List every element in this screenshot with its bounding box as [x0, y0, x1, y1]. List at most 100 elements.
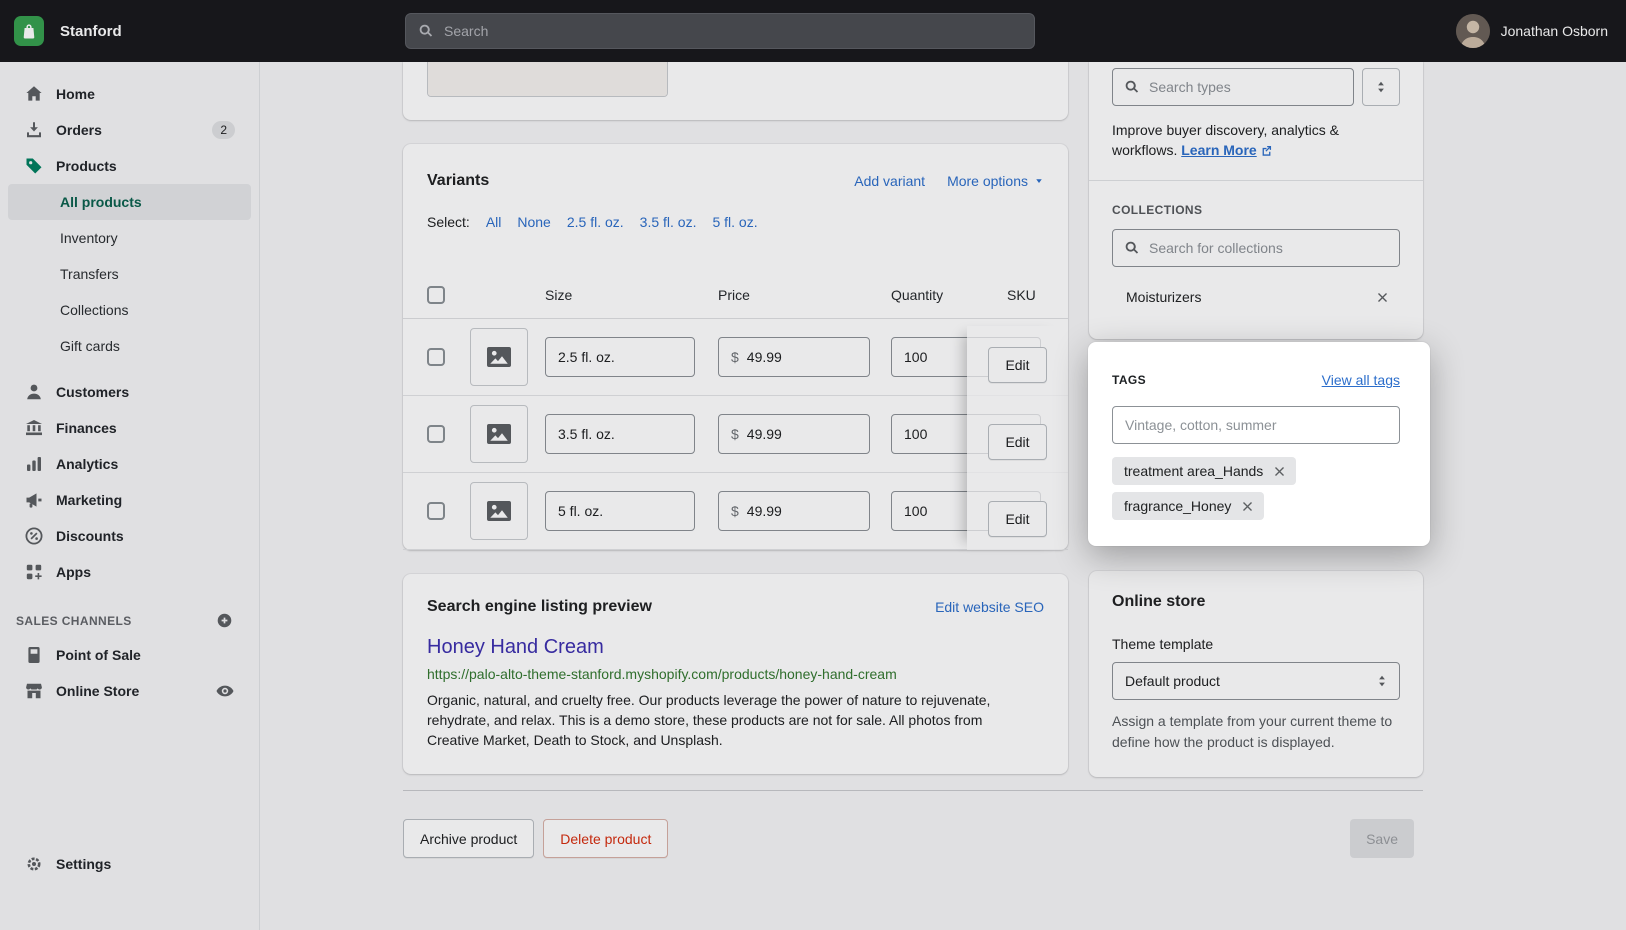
price-input[interactable] — [747, 426, 857, 442]
organization-card: Improve buyer discovery, analytics & wor… — [1089, 62, 1423, 339]
tags-input[interactable] — [1125, 417, 1389, 433]
select-all-link[interactable]: All — [486, 214, 502, 230]
row-checkbox[interactable] — [427, 348, 445, 366]
global-search-input[interactable] — [444, 23, 1023, 39]
orders-count-badge: 2 — [212, 121, 235, 139]
store-switcher[interactable]: Stanford — [14, 0, 122, 62]
sidebar-item-transfers[interactable]: Transfers — [8, 256, 251, 292]
row-checkbox[interactable] — [427, 425, 445, 443]
sidebar-item-point-of-sale[interactable]: Point of Sale — [8, 637, 251, 673]
image-placeholder-icon — [484, 342, 514, 372]
price-input[interactable] — [747, 349, 857, 365]
more-options-link[interactable]: More options — [947, 173, 1044, 189]
size-input[interactable] — [545, 414, 695, 454]
select-none-link[interactable]: None — [517, 214, 550, 230]
theme-template-select[interactable]: Default product — [1112, 662, 1400, 700]
global-search[interactable] — [405, 13, 1035, 49]
select-variant-link[interactable]: 5 fl. oz. — [712, 214, 757, 230]
collection-name: Moisturizers — [1126, 289, 1201, 305]
sidebar-item-products[interactable]: Products — [8, 148, 251, 184]
sidebar-item-settings[interactable]: Settings — [8, 846, 251, 882]
column-header-size: Size — [545, 287, 718, 303]
remove-tag-icon[interactable] — [1240, 499, 1255, 514]
collections-search-field[interactable] — [1112, 229, 1400, 267]
size-input[interactable] — [545, 337, 695, 377]
seo-preview-card: Search engine listing preview Edit websi… — [403, 574, 1068, 774]
analytics-icon — [24, 454, 44, 474]
edit-website-seo-link[interactable]: Edit website SEO — [935, 599, 1044, 615]
variants-card: Variants Add variant More options Select… — [403, 144, 1068, 550]
column-header-sku: SKU — [1007, 287, 1036, 303]
remove-tag-icon[interactable] — [1272, 464, 1287, 479]
save-button[interactable]: Save — [1350, 819, 1414, 858]
sidebar-item-orders[interactable]: Orders 2 — [8, 112, 251, 148]
edit-variant-button[interactable]: Edit — [988, 424, 1046, 460]
variant-image-button[interactable] — [470, 328, 528, 386]
settings-gear-icon — [24, 854, 44, 874]
edit-variant-button[interactable]: Edit — [988, 501, 1046, 537]
image-placeholder-icon — [484, 496, 514, 526]
variant-image-button[interactable] — [470, 405, 528, 463]
main-area: Variants Add variant More options Select… — [260, 62, 1626, 930]
product-photo — [428, 62, 667, 96]
variants-table-header: Size Price Quantity SKU — [403, 272, 1068, 319]
view-all-tags-link[interactable]: View all tags — [1322, 372, 1400, 388]
price-input[interactable] — [747, 503, 857, 519]
sidebar-item-label: Orders — [56, 122, 102, 138]
edit-variant-button[interactable]: Edit — [988, 347, 1046, 383]
product-type-search-field[interactable] — [1112, 68, 1354, 106]
footer-actions: Archive product Delete product Save — [403, 819, 1423, 858]
view-store-eye-icon[interactable] — [215, 681, 235, 701]
sidebar-item-home[interactable]: Home — [8, 76, 251, 112]
product-image-thumbnail[interactable] — [427, 62, 668, 97]
shopify-logo-icon[interactable] — [14, 16, 44, 46]
seo-page-description: Organic, natural, and cruelty free. Our … — [427, 690, 1035, 750]
tags-panel: TAGS View all tags treatment area_Hands — [1088, 342, 1430, 546]
select-all-checkbox[interactable] — [427, 286, 445, 304]
sidebar-item-analytics[interactable]: Analytics — [8, 446, 251, 482]
learn-more-link[interactable]: Learn More — [1181, 142, 1256, 158]
currency-prefix: $ — [731, 503, 739, 519]
archive-product-button[interactable]: Archive product — [403, 819, 534, 858]
topbar: Stanford Jonathan Osborn — [0, 0, 1626, 62]
add-variant-link[interactable]: Add variant — [854, 173, 925, 189]
sidebar-item-gift-cards[interactable]: Gift cards — [8, 328, 251, 364]
sidebar-item-online-store[interactable]: Online Store — [8, 673, 251, 709]
avatar — [1456, 14, 1490, 48]
type-stepper-button[interactable] — [1362, 68, 1400, 106]
sidebar-item-collections[interactable]: Collections — [8, 292, 251, 328]
seo-page-title[interactable]: Honey Hand Cream — [427, 636, 1044, 659]
collections-search-input[interactable] — [1149, 240, 1389, 256]
sidebar-item-customers[interactable]: Customers — [8, 374, 251, 410]
size-input[interactable] — [545, 491, 695, 531]
product-type-search-input[interactable] — [1149, 79, 1343, 95]
remove-collection-icon[interactable] — [1375, 290, 1390, 305]
sidebar-item-inventory[interactable]: Inventory — [8, 220, 251, 256]
tag-chip: fragrance_Honey — [1112, 492, 1264, 520]
external-link-icon — [1260, 144, 1273, 157]
tag-label: fragrance_Honey — [1124, 498, 1231, 514]
tag-chip: treatment area_Hands — [1112, 457, 1296, 485]
seo-card-title: Search engine listing preview — [427, 598, 652, 616]
select-variant-link[interactable]: 3.5 fl. oz. — [640, 214, 697, 230]
sidebar-item-discounts[interactable]: Discounts — [8, 518, 251, 554]
sidebar-item-label: Gift cards — [60, 338, 120, 354]
online-store-title: Online store — [1112, 593, 1400, 611]
user-menu[interactable]: Jonathan Osborn — [1456, 0, 1608, 62]
select-variant-link[interactable]: 2.5 fl. oz. — [567, 214, 624, 230]
price-field: $ — [718, 491, 870, 531]
delete-product-button[interactable]: Delete product — [543, 819, 668, 858]
sidebar-item-finances[interactable]: Finances — [8, 410, 251, 446]
add-channel-icon[interactable] — [216, 612, 233, 629]
finances-icon — [24, 418, 44, 438]
sidebar-item-apps[interactable]: Apps — [8, 554, 251, 590]
sidebar-item-all-products[interactable]: All products — [8, 184, 251, 220]
variant-image-button[interactable] — [470, 482, 528, 540]
tags-input-field[interactable] — [1112, 406, 1400, 444]
sidebar-item-marketing[interactable]: Marketing — [8, 482, 251, 518]
row-checkbox[interactable] — [427, 502, 445, 520]
select-label: Select: — [427, 214, 470, 230]
sidebar-item-label: Discounts — [56, 528, 124, 544]
product-type-help-text: Improve buyer discovery, analytics & wor… — [1112, 120, 1400, 160]
footer-divider — [403, 790, 1423, 791]
